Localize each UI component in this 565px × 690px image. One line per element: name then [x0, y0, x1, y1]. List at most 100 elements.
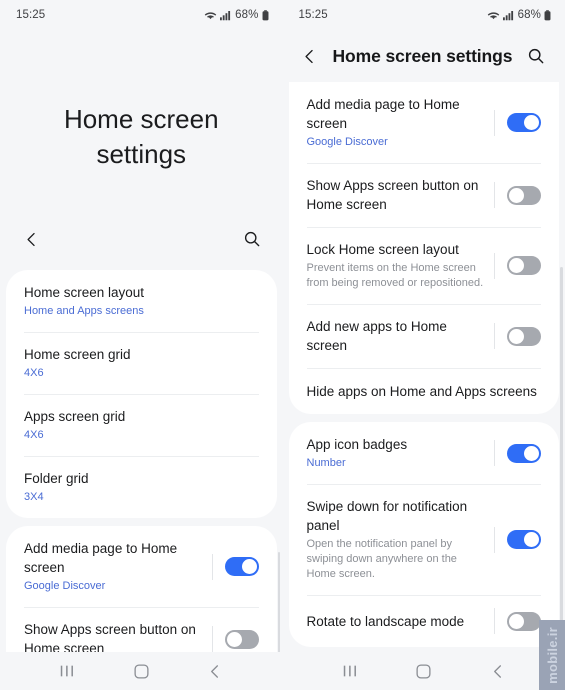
settings-row-subtitle: 4X6 [24, 367, 44, 379]
toggle-wrapper [494, 323, 541, 349]
watermark-text: mobile.ir [544, 626, 560, 684]
settings-row[interactable]: Swipe down for notification panel Open th… [289, 484, 560, 595]
recents-icon[interactable] [47, 656, 87, 686]
toggle-switch-on[interactable] [507, 530, 541, 549]
settings-row[interactable]: Folder grid 3X4 [6, 456, 277, 518]
settings-row[interactable]: Show Apps screen button on Home screen [289, 163, 560, 227]
battery-percent-label: 68% [517, 9, 541, 21]
settings-row-texts: Folder grid 3X4 [24, 469, 259, 505]
dual-screenshot-container: 15:25 68% Home screen settings Home scre… [0, 0, 565, 690]
home-icon[interactable] [121, 656, 161, 686]
settings-row[interactable]: Apps screen grid 4X6 [6, 394, 277, 456]
settings-row-texts: Home screen layout Home and Apps screens [24, 283, 259, 319]
settings-row-texts: Apps screen grid 4X6 [24, 407, 259, 443]
status-bar-right: 15:25 68% [283, 0, 565, 30]
settings-row-title: Home screen layout [24, 285, 145, 300]
settings-row-subtitle: Google Discover [306, 136, 388, 148]
toggle-knob [226, 631, 242, 647]
cellular-signal-icon [220, 10, 231, 21]
settings-row-texts: Add media page to Home screen Google Disc… [24, 539, 212, 594]
settings-row-title: App icon badges [306, 437, 408, 452]
settings-row-texts: Add media page to Home screen Google Disc… [307, 95, 495, 150]
collapsed-header: Home screen settings [283, 30, 565, 82]
toggle-divider [494, 440, 495, 466]
home-icon[interactable] [404, 656, 444, 686]
status-icon-group: 68% [204, 9, 268, 21]
battery-percent-label: 68% [235, 9, 259, 21]
settings-row-texts: Home screen grid 4X6 [24, 345, 259, 381]
settings-row-title: Add media page to Home screen [24, 541, 178, 575]
settings-row-title: Apps screen grid [24, 409, 126, 424]
toggle-switch-off[interactable] [507, 326, 541, 346]
toggle-divider [494, 608, 495, 634]
wifi-icon [487, 10, 500, 21]
settings-row-title: Home screen grid [24, 347, 131, 362]
toggle-switch-on[interactable] [507, 443, 541, 463]
back-icon[interactable] [478, 656, 518, 686]
toggle-knob [509, 613, 524, 629]
toggle-wrapper [494, 608, 541, 634]
toggle-wrapper [494, 182, 541, 208]
toggle-knob [524, 532, 539, 547]
toggle-switch-on[interactable] [507, 113, 541, 132]
header-action-bar [0, 218, 283, 260]
header-title: Home screen settings [332, 45, 513, 66]
settings-row-subtitle: Google Discover [24, 580, 106, 592]
back-chevron-icon[interactable] [16, 224, 46, 254]
toggle-divider [494, 182, 495, 208]
expanded-header: Home screen settings [0, 30, 283, 270]
recents-icon[interactable] [330, 656, 370, 686]
settings-row-subtitle: 3X4 [24, 491, 44, 503]
navigation-bar-right [282, 652, 565, 690]
right-phone-screen: 15:25 68% Home screen settings Add media… [282, 0, 565, 690]
right-settings-scroll[interactable]: Add media page to Home screen Google Disc… [283, 82, 565, 690]
settings-row-texts: Swipe down for notification panel Open th… [307, 497, 495, 582]
battery-icon [544, 9, 551, 21]
status-clock: 15:25 [16, 9, 46, 21]
toggle-switch-off[interactable] [507, 256, 541, 275]
search-icon[interactable] [237, 224, 267, 254]
toggle-wrapper [211, 553, 259, 580]
back-chevron-icon[interactable] [295, 41, 325, 71]
settings-row-title: Add media page to Home screen [306, 97, 460, 131]
status-icon-group-right: 68% [487, 9, 551, 21]
settings-row-subtitle: 4X6 [24, 429, 44, 441]
status-clock-right: 15:25 [298, 9, 328, 21]
back-icon[interactable] [195, 656, 235, 686]
toggle-divider [211, 626, 213, 652]
toggle-knob [509, 258, 524, 273]
settings-row[interactable]: Home screen layout Home and Apps screens [6, 270, 277, 332]
settings-row-texts: App icon badges Number [307, 435, 495, 471]
settings-row[interactable]: Lock Home screen layout Prevent items on … [289, 227, 560, 304]
settings-row-texts: Rotate to landscape mode [307, 612, 495, 631]
toggle-knob [509, 187, 524, 203]
wifi-icon [204, 10, 217, 21]
toggle-divider [494, 252, 495, 279]
toggle-wrapper [494, 252, 541, 279]
settings-row-title: Show Apps screen button on Home screen [306, 178, 479, 212]
settings-row-subtitle: Prevent items on the Home screen from be… [306, 262, 484, 289]
settings-row[interactable]: App icon badges Number [289, 422, 560, 484]
settings-row[interactable]: Add new apps to Home screen [289, 304, 560, 368]
settings-row[interactable]: Hide apps on Home and Apps screens [289, 368, 560, 414]
left-phone-screen: 15:25 68% Home screen settings Home scre… [0, 0, 283, 690]
left-settings-card-grid: Home screen layout Home and Apps screens H… [6, 270, 277, 518]
settings-row[interactable]: Rotate to landscape mode [289, 595, 560, 647]
toggle-switch-off[interactable] [507, 611, 541, 631]
toggle-knob [509, 328, 524, 344]
settings-row[interactable]: Add media page to Home screen Google Disc… [289, 82, 560, 163]
toggle-switch-on[interactable] [224, 557, 259, 576]
settings-row-texts: Lock Home screen layout Prevent items on … [307, 240, 495, 291]
toggle-wrapper [211, 626, 259, 652]
settings-row[interactable]: Home screen grid 4X6 [6, 332, 277, 394]
settings-row-title: Lock Home screen layout [306, 242, 459, 257]
watermark: mobile.ir [539, 620, 565, 690]
search-icon[interactable] [521, 41, 551, 71]
left-settings-scroll[interactable]: Home screen layout Home and Apps screens H… [0, 270, 283, 690]
toggle-switch-off[interactable] [507, 185, 541, 205]
settings-row-texts: Hide apps on Home and Apps screens [307, 382, 542, 401]
cellular-signal-icon [502, 10, 514, 21]
settings-row-title: Add new apps to Home screen [306, 319, 447, 353]
toggle-switch-off[interactable] [224, 629, 259, 649]
settings-row[interactable]: Add media page to Home screen Google Disc… [6, 526, 277, 607]
